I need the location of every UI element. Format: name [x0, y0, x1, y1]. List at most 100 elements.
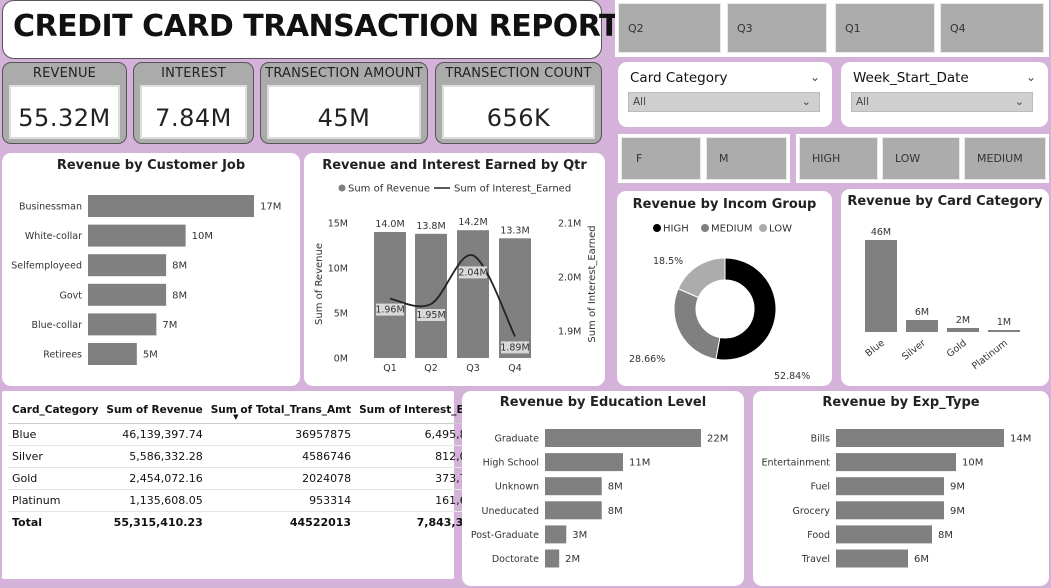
customer-job-chart-panel: Revenue by Customer Job Businessman 17M Wh… — [2, 153, 300, 386]
gender-button-f[interactable]: F — [621, 137, 701, 180]
quarter-button-q1[interactable]: Q1 — [835, 3, 935, 53]
table-cell: 55,315,410.23 — [102, 510, 207, 533]
report-title: CREDIT CARD TRANSACTION REPORT — [13, 9, 619, 44]
column-header[interactable]: Card_Category — [8, 397, 103, 424]
quarter-button-label: Q2 — [628, 21, 644, 35]
table-cell: 1,135,608.05 — [102, 489, 207, 512]
legend-label: Sum of Revenue — [348, 184, 430, 195]
quarter-button-q4[interactable]: Q4 — [940, 3, 1044, 53]
dropdown-value: All — [633, 96, 647, 108]
income-button-label: MEDIUM — [977, 152, 1023, 165]
income-button-medium[interactable]: MEDIUM — [964, 137, 1046, 180]
data-label: 2M — [565, 554, 580, 565]
category-label: Fuel — [811, 482, 830, 493]
quarter-button-q3[interactable]: Q3 — [727, 3, 827, 53]
data-label: 1.89M — [500, 342, 529, 353]
table-row: Silver5,586,332.284586746812,081.28 — [8, 445, 503, 468]
x-tick-label: Platinum — [970, 338, 1010, 372]
y2-tick-label: 1.9M — [558, 327, 581, 338]
chevron-down-icon: ⌄ — [1014, 95, 1024, 108]
x-tick-label: Q1 — [383, 363, 397, 374]
column-header[interactable]: Sum of Revenue — [102, 397, 207, 424]
bar — [836, 525, 932, 544]
y-tick-label: 5M — [334, 309, 348, 320]
chevron-down-icon[interactable]: ⌄ — [810, 70, 820, 84]
gender-button-m[interactable]: M — [706, 137, 787, 180]
dropdown-value: All — [856, 96, 870, 108]
week-start-date-dropdown[interactable]: All ⌄ — [851, 92, 1033, 112]
kpi-label: TRANSECTION COUNT — [445, 66, 592, 81]
bar — [545, 525, 567, 544]
bar — [88, 313, 157, 336]
chart-title: Revenue by Exp_Type — [822, 395, 980, 410]
data-label: 18.5% — [653, 256, 683, 267]
table-row: Blue46,139,397.74369578756,495,887.74 — [8, 423, 503, 446]
data-label: 8M — [608, 482, 623, 493]
gender-button-label: M — [719, 152, 729, 165]
y2-tick-label: 2.1M — [558, 219, 581, 230]
y2-axis-label: Sum of Interest_Earned — [587, 225, 598, 342]
data-label: 14M — [1010, 434, 1031, 445]
data-label: 9M — [950, 506, 965, 517]
bar — [865, 240, 897, 332]
data-label: 46M — [871, 227, 891, 238]
quarter-chart-panel: Revenue and Interest Earned by Qtr Sum o… — [304, 153, 605, 386]
quarter-button-label: Q3 — [737, 21, 753, 35]
bar — [836, 549, 908, 568]
kpi-label: TRANSECTION AMOUNT — [265, 66, 423, 81]
pie-slice — [677, 257, 726, 299]
quarter-button-label: Q4 — [950, 21, 966, 35]
data-label: 6M — [914, 554, 929, 565]
card-category-table: Card_Category Sum of Revenue Sum of Tota… — [8, 397, 503, 533]
income-button-label: HIGH — [812, 152, 841, 165]
week-start-date-label: Week_Start_Date — [853, 70, 969, 86]
column-header-sorted[interactable]: Sum of Total_Trans_Amt ▼ — [206, 397, 356, 424]
y-tick-label: 15M — [328, 219, 348, 230]
data-label: 3M — [572, 530, 587, 541]
sort-descending-icon: ▼ — [233, 412, 239, 421]
kpi-interest: INTEREST 7.84M — [133, 62, 254, 144]
income-button-low[interactable]: LOW — [882, 137, 960, 180]
data-label: 8M — [172, 290, 187, 301]
data-label: 22M — [707, 434, 728, 445]
bar — [545, 501, 602, 520]
quarter-button-q2[interactable]: Q2 — [618, 3, 721, 53]
pie-slice — [673, 288, 721, 360]
bar — [415, 233, 447, 358]
data-label: 10M — [962, 458, 983, 469]
x-tick-label: Q4 — [508, 363, 522, 374]
data-label: 2M — [956, 315, 970, 326]
table-cell: Platinum — [8, 489, 103, 512]
table-cell: 2,454,072.16 — [102, 467, 207, 490]
legend-marker — [701, 224, 709, 232]
bar — [88, 224, 186, 247]
category-label: Blue-collar — [32, 320, 83, 331]
category-label: Unknown — [495, 482, 539, 493]
chevron-down-icon[interactable]: ⌄ — [1026, 70, 1036, 84]
category-label: White-collar — [25, 231, 82, 242]
data-label: 14.0M — [375, 219, 404, 230]
kpi-transaction-amount: TRANSECTION AMOUNT 45M — [260, 62, 428, 144]
data-label: 7M — [162, 320, 177, 331]
gender-button-label: F — [636, 152, 643, 165]
legend-label: HIGH — [663, 224, 689, 235]
chart-title: Revenue by Education Level — [499, 395, 707, 410]
income-group-chart-panel: Revenue by Incom Group HIGH MEDIUM LOW 52.8… — [617, 191, 832, 386]
y-tick-label: 10M — [328, 264, 348, 275]
table-cell: 2024078 — [206, 467, 356, 490]
income-button-high[interactable]: HIGH — [799, 137, 878, 180]
category-label: Selfemployeed — [11, 261, 82, 272]
bar — [836, 501, 944, 520]
data-label: 11M — [629, 458, 650, 469]
x-tick-label: Q3 — [466, 363, 480, 374]
card-category-dropdown[interactable]: All ⌄ — [628, 92, 820, 112]
quarter-slicer: Q2 Q3 Q1 Q4 — [615, 0, 1049, 57]
chart-title: Revenue by Card Category — [847, 194, 1043, 209]
week-start-date-slicer: Week_Start_Date ⌄ All ⌄ — [841, 62, 1048, 127]
kpi-value: 45M — [317, 104, 371, 132]
kpi-value: 656K — [486, 104, 551, 132]
bar — [499, 238, 531, 358]
bar — [88, 254, 167, 277]
kpi-transaction-count: TRANSECTION COUNT 656K — [435, 62, 602, 144]
bar — [88, 343, 137, 365]
